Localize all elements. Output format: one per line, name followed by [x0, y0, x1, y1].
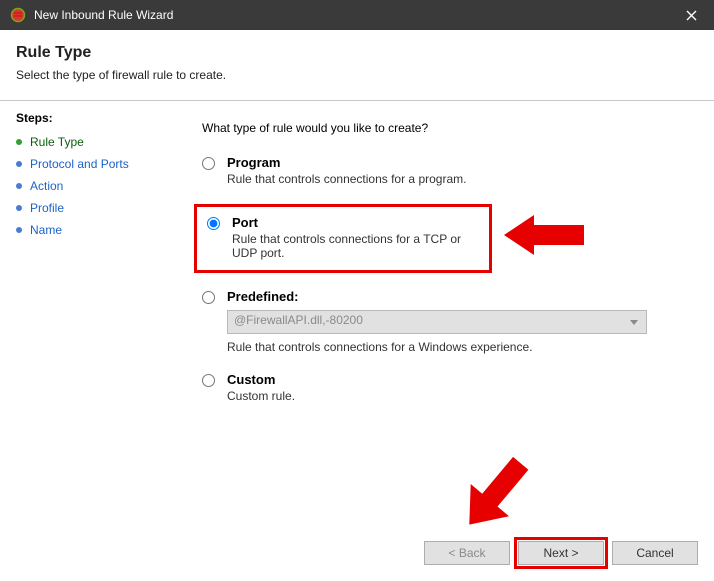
annotation-arrow-icon — [504, 210, 584, 260]
radio-port[interactable] — [207, 217, 220, 230]
page-title: Rule Type — [16, 44, 698, 62]
steps-label: Steps: — [16, 111, 172, 125]
option-custom-desc: Custom rule. — [227, 389, 684, 403]
page-subtitle: Select the type of firewall rule to crea… — [16, 68, 698, 82]
firewall-icon — [10, 7, 26, 23]
option-port[interactable]: Port Rule that controls connections for … — [207, 215, 479, 260]
question-text: What type of rule would you like to crea… — [202, 121, 684, 135]
option-port-label: Port — [232, 215, 479, 230]
step-label: Rule Type — [30, 135, 84, 149]
option-predefined[interactable]: Predefined: @FirewallAPI.dll,-80200 Rule… — [202, 289, 684, 354]
step-action[interactable]: Action — [16, 175, 172, 197]
option-program-label: Program — [227, 155, 684, 170]
step-label: Profile — [30, 201, 64, 215]
option-port-desc: Rule that controls connections for a TCP… — [232, 232, 479, 260]
option-custom-label: Custom — [227, 372, 684, 387]
next-button[interactable]: Next > — [518, 541, 604, 565]
window-title: New Inbound Rule Wizard — [34, 8, 173, 22]
step-protocol-ports[interactable]: Protocol and Ports — [16, 153, 172, 175]
radio-program[interactable] — [202, 157, 215, 170]
step-label: Action — [30, 179, 63, 193]
close-button[interactable] — [668, 0, 714, 30]
predefined-combobox[interactable]: @FirewallAPI.dll,-80200 — [227, 310, 647, 334]
step-profile[interactable]: Profile — [16, 197, 172, 219]
highlight-port-option: Port Rule that controls connections for … — [194, 204, 492, 273]
annotation-arrow-icon — [460, 454, 530, 534]
option-predefined-label: Predefined: — [227, 289, 684, 304]
wizard-header: Rule Type Select the type of firewall ru… — [0, 30, 714, 92]
title-bar: New Inbound Rule Wizard — [0, 0, 714, 30]
option-program-desc: Rule that controls connections for a pro… — [227, 172, 684, 186]
step-label: Protocol and Ports — [30, 157, 129, 171]
radio-predefined[interactable] — [202, 291, 215, 304]
wizard-content: What type of rule would you like to crea… — [172, 101, 714, 421]
steps-sidebar: Steps: Rule Type Protocol and Ports Acti… — [0, 101, 172, 421]
cancel-button[interactable]: Cancel — [612, 541, 698, 565]
radio-custom[interactable] — [202, 374, 215, 387]
option-custom[interactable]: Custom Custom rule. — [202, 372, 684, 403]
back-button: < Back — [424, 541, 510, 565]
wizard-footer: < Back Next > Cancel — [424, 541, 698, 565]
step-label: Name — [30, 223, 62, 237]
step-name[interactable]: Name — [16, 219, 172, 241]
step-rule-type[interactable]: Rule Type — [16, 131, 172, 153]
option-predefined-desc: Rule that controls connections for a Win… — [227, 340, 684, 354]
option-program[interactable]: Program Rule that controls connections f… — [202, 155, 684, 186]
